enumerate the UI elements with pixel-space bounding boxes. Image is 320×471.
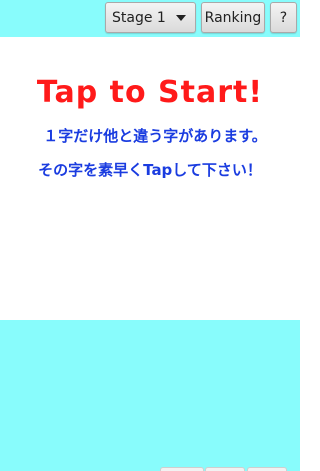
stage-select[interactable]: Stage 1 [105,2,196,33]
stage-select-value: Stage 1 [112,9,166,26]
ranking-button[interactable]: Ranking [201,2,265,33]
game-start-area[interactable]: Tap to Start! １字だけ他と違う字があります。 その字を素早くTap… [0,37,300,320]
instruction-line-2: その字を素早くTapして下さい！ [38,161,262,179]
chevron-down-icon [176,15,186,21]
help-button[interactable]: ? [270,2,297,33]
instruction-line-1: １字だけ他と違う字があります。 [43,127,267,145]
start-title[interactable]: Tap to Start! [0,73,300,113]
top-bar: Stage 1 Ranking ? [0,0,300,37]
bottom-tab[interactable] [205,467,245,471]
bottom-tab[interactable] [247,467,287,471]
bottom-tab[interactable] [160,467,204,471]
bottom-area [0,320,300,471]
